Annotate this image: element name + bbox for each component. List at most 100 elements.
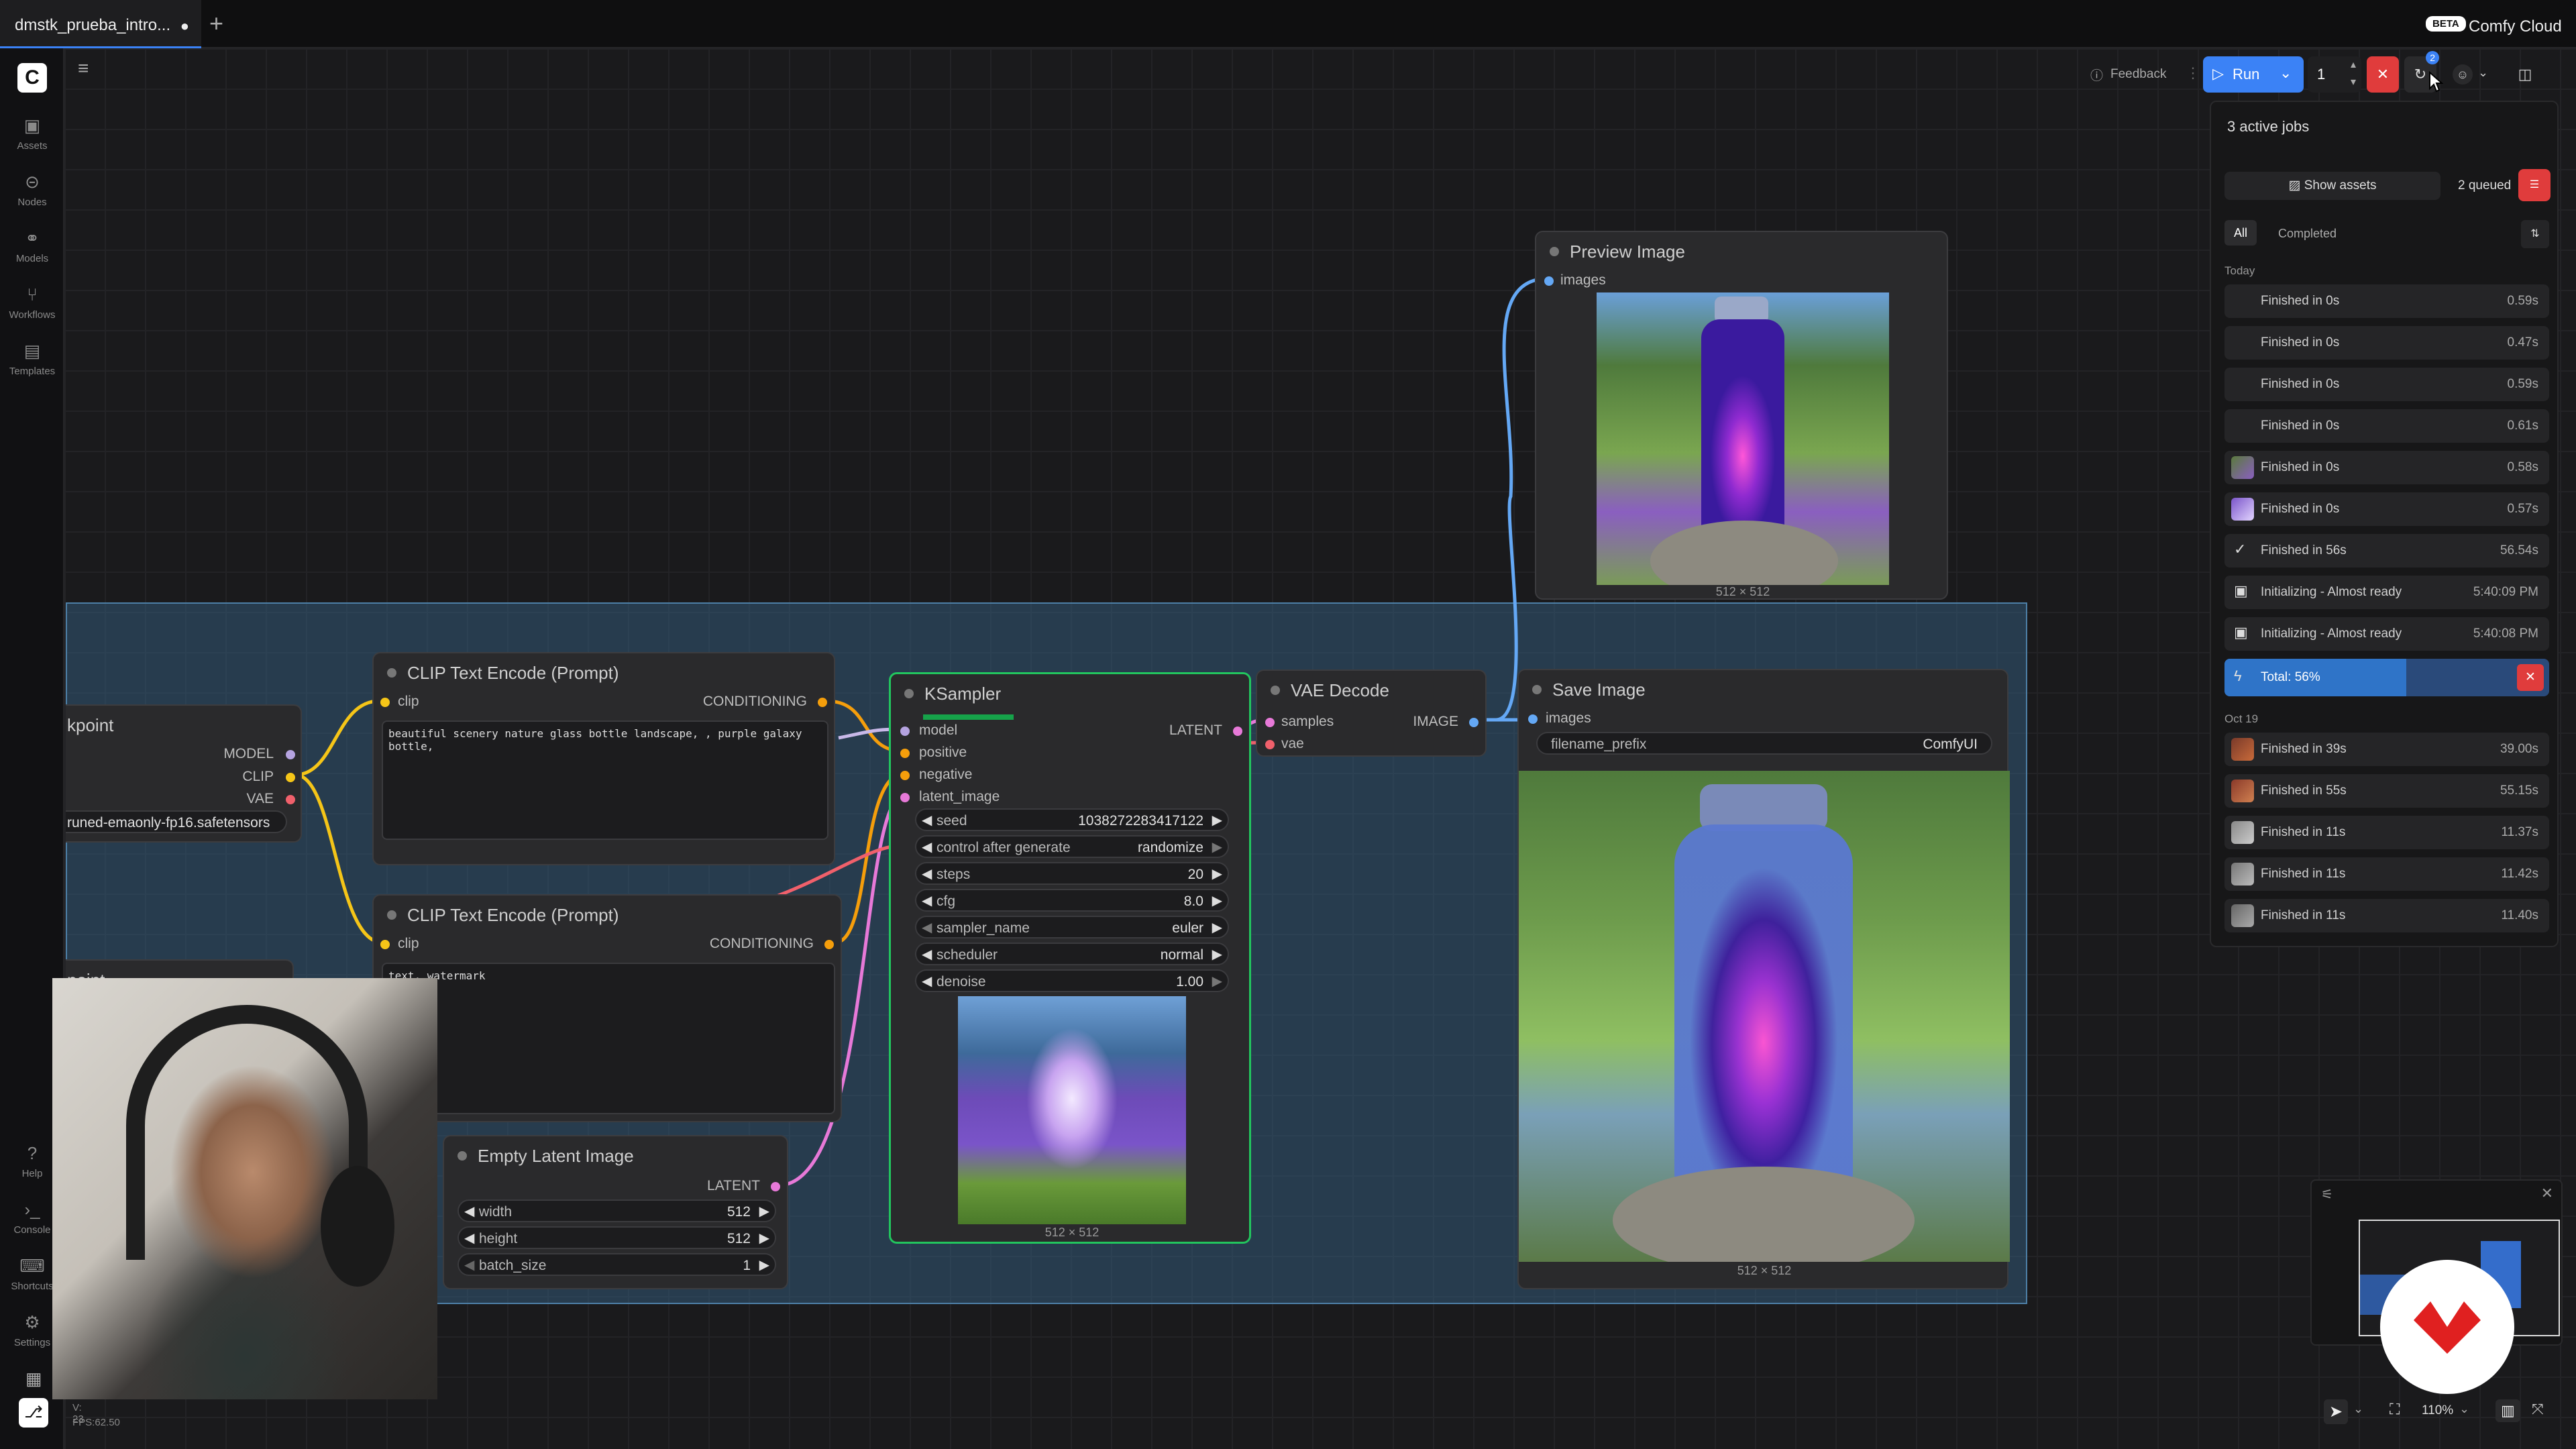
conditioning-out-dot[interactable] bbox=[818, 698, 827, 707]
job-row[interactable]: Finished in 0s 0.47s bbox=[2224, 326, 2549, 360]
scheduler-widget[interactable]: ◀ scheduler normal ▶ bbox=[915, 943, 1229, 965]
vae-decode-node[interactable]: VAE Decode samples vae IMAGE bbox=[1256, 669, 1487, 757]
sidebar-item-workflows[interactable]: ⑂ Workflows bbox=[0, 284, 64, 341]
minimap-close-icon[interactable]: ✕ bbox=[2541, 1185, 2553, 1202]
user-menu-button[interactable]: ☺ ⌄ bbox=[2449, 56, 2496, 93]
negative-in-dot[interactable] bbox=[900, 771, 910, 780]
batch-size-widget[interactable]: ◀ batch_size 1 ▶ bbox=[458, 1253, 776, 1276]
decrement-icon[interactable]: ◀ bbox=[922, 973, 932, 989]
image-out-dot[interactable] bbox=[1469, 718, 1479, 727]
chevron-down-icon[interactable]: ⌄ bbox=[2459, 1402, 2469, 1416]
images-in-dot[interactable] bbox=[1528, 714, 1538, 724]
latent-out-dot[interactable] bbox=[1233, 727, 1242, 736]
feedback-button[interactable]: ⓘ Feedback bbox=[2086, 56, 2180, 93]
checkpoint-node[interactable]: kpoint MODEL CLIP VAE runed-emaonly-fp16… bbox=[66, 704, 302, 843]
denoise-widget[interactable]: ◀ denoise 1.00 ▶ bbox=[915, 969, 1229, 992]
width-widget[interactable]: ◀ width 512 ▶ bbox=[458, 1199, 776, 1222]
job-row[interactable]: Finished in 0s 0.57s bbox=[2224, 492, 2549, 526]
vae-dot[interactable] bbox=[286, 795, 295, 804]
job-row[interactable]: Finished in 0s 0.59s bbox=[2224, 368, 2549, 401]
chevron-down-icon[interactable]: ⌄ bbox=[2279, 64, 2292, 82]
clear-queue-button[interactable]: ☰ bbox=[2518, 169, 2551, 201]
increment-icon[interactable]: ▶ bbox=[1212, 865, 1222, 882]
job-row[interactable]: Finished in 0s 0.61s bbox=[2224, 409, 2549, 443]
tab-completed[interactable]: Completed bbox=[2278, 227, 2337, 241]
sort-button[interactable]: ⇅ bbox=[2521, 220, 2549, 248]
sidebar-item-templates[interactable]: ▤ Templates bbox=[0, 341, 64, 397]
height-widget[interactable]: ◀ height 512 ▶ bbox=[458, 1226, 776, 1249]
increment-icon[interactable]: ▶ bbox=[759, 1256, 769, 1273]
sidebar-item-nodes[interactable]: ⊝ Nodes bbox=[0, 172, 64, 228]
job-row[interactable]: ▣ Initializing - Almost ready 5:40:09 PM bbox=[2224, 576, 2549, 609]
stepper-up-icon[interactable]: ▴ bbox=[2351, 58, 2356, 71]
sidebar-item-models[interactable]: ⚭ Models bbox=[0, 228, 64, 284]
job-row[interactable]: Finished in 11s 11.42s bbox=[2224, 857, 2549, 891]
samples-in-dot[interactable] bbox=[1265, 718, 1275, 727]
model-dot[interactable] bbox=[286, 750, 295, 759]
increment-icon[interactable]: ▶ bbox=[759, 1203, 769, 1220]
cfg-widget[interactable]: ◀ cfg 8.0 ▶ bbox=[915, 889, 1229, 912]
ckpt-name-widget[interactable]: runed-emaonly-fp16.safetensors bbox=[66, 810, 287, 833]
chevron-down-icon[interactable]: ⌄ bbox=[2353, 1402, 2363, 1416]
zoom-level[interactable]: 110% bbox=[2422, 1403, 2453, 1418]
conditioning-out-dot[interactable] bbox=[824, 940, 834, 949]
save-image-node[interactable]: Save Image images filename_prefix ComfyU… bbox=[1517, 669, 2010, 1289]
increment-icon[interactable]: ▶ bbox=[1212, 973, 1222, 989]
prompt-textarea[interactable]: beautiful scenery nature glass bottle la… bbox=[382, 720, 828, 840]
clip-text-encode-negative[interactable]: CLIP Text Encode (Prompt) clip CONDITION… bbox=[372, 894, 842, 1122]
decrement-icon[interactable]: ◀ bbox=[922, 919, 932, 936]
images-in-dot[interactable] bbox=[1544, 276, 1554, 286]
select-tool-icon[interactable]: ➤ bbox=[2324, 1399, 2349, 1424]
decrement-icon[interactable]: ◀ bbox=[922, 839, 932, 855]
show-assets-button[interactable]: ▨ Show assets bbox=[2224, 172, 2440, 200]
steps-widget[interactable]: ◀ steps 20 ▶ bbox=[915, 862, 1229, 885]
total-progress-row[interactable]: ϟ Total: 56% ✕ bbox=[2224, 659, 2549, 696]
preview-image-node[interactable]: Preview Image images 512 × 512 bbox=[1535, 231, 1948, 600]
job-row[interactable]: Finished in 0s 0.58s bbox=[2224, 451, 2549, 484]
link-visibility-icon[interactable]: ⤧ bbox=[2532, 1401, 2544, 1418]
increment-icon[interactable]: ▶ bbox=[1212, 919, 1222, 936]
decrement-icon[interactable]: ◀ bbox=[464, 1230, 474, 1246]
decrement-icon[interactable]: ◀ bbox=[922, 892, 932, 909]
increment-icon[interactable]: ▶ bbox=[759, 1230, 769, 1246]
run-button[interactable]: ▷ Run ⌄ bbox=[2203, 56, 2304, 93]
minimap-toggle-icon[interactable]: ▥ bbox=[2496, 1399, 2520, 1422]
minimap-settings-icon[interactable]: ⚟ bbox=[2321, 1186, 2333, 1203]
sidebar-item-assets[interactable]: ▣ Assets bbox=[0, 115, 64, 172]
decrement-icon[interactable]: ◀ bbox=[464, 1256, 474, 1273]
batch-count-stepper[interactable]: 1 ▴ ▾ bbox=[2308, 56, 2361, 93]
negative-prompt-textarea[interactable]: text, watermark bbox=[382, 963, 835, 1114]
increment-icon[interactable]: ▶ bbox=[1212, 839, 1222, 855]
positive-in-dot[interactable] bbox=[900, 749, 910, 758]
clip-in-dot[interactable] bbox=[380, 940, 390, 949]
seed-widget[interactable]: ◀ seed 1038272283417122 ▶ bbox=[915, 808, 1229, 831]
increment-icon[interactable]: ▶ bbox=[1212, 812, 1222, 828]
sampler-name-widget[interactable]: ◀ sampler_name euler ▶ bbox=[915, 916, 1229, 938]
increment-icon[interactable]: ▶ bbox=[1212, 946, 1222, 963]
decrement-icon[interactable]: ◀ bbox=[922, 946, 932, 963]
ksampler-node[interactable]: KSampler model LATENT positive negative … bbox=[889, 672, 1251, 1244]
clip-in-dot[interactable] bbox=[380, 698, 390, 707]
job-row[interactable]: Finished in 39s 39.00s bbox=[2224, 733, 2549, 766]
clip-text-encode-positive[interactable]: CLIP Text Encode (Prompt) clip CONDITION… bbox=[372, 652, 835, 865]
job-row[interactable]: Finished in 11s 11.40s bbox=[2224, 899, 2549, 932]
increment-icon[interactable]: ▶ bbox=[1212, 892, 1222, 909]
vae-in-dot[interactable] bbox=[1265, 740, 1275, 749]
bottom-panel-icon[interactable]: ▦ bbox=[25, 1368, 42, 1389]
control-after-generate-widget[interactable]: ◀ control after generate randomize ▶ bbox=[915, 835, 1229, 858]
fit-view-icon[interactable]: ⛶ bbox=[2390, 1401, 2400, 1418]
workflow-logo-button[interactable]: ⎇ bbox=[19, 1398, 48, 1428]
job-row[interactable]: ✓ Finished in 56s 56.54s bbox=[2224, 534, 2549, 568]
decrement-icon[interactable]: ◀ bbox=[464, 1203, 474, 1220]
clip-dot[interactable] bbox=[286, 773, 295, 782]
cancel-run-button[interactable]: ✕ bbox=[2367, 56, 2399, 93]
decrement-icon[interactable]: ◀ bbox=[922, 865, 932, 882]
decrement-icon[interactable]: ◀ bbox=[922, 812, 932, 828]
latent-in-dot[interactable] bbox=[900, 793, 910, 802]
tab-all[interactable]: All bbox=[2224, 220, 2257, 246]
cancel-job-button[interactable]: ✕ bbox=[2517, 664, 2544, 691]
filename-prefix-widget[interactable]: filename_prefix ComfyUI bbox=[1536, 732, 1992, 755]
add-tab-button[interactable]: + bbox=[209, 9, 223, 38]
workflow-tab[interactable]: dmstk_prueba_intro... ● bbox=[0, 0, 201, 48]
toggle-panel-button[interactable]: ◫ bbox=[2509, 56, 2541, 93]
